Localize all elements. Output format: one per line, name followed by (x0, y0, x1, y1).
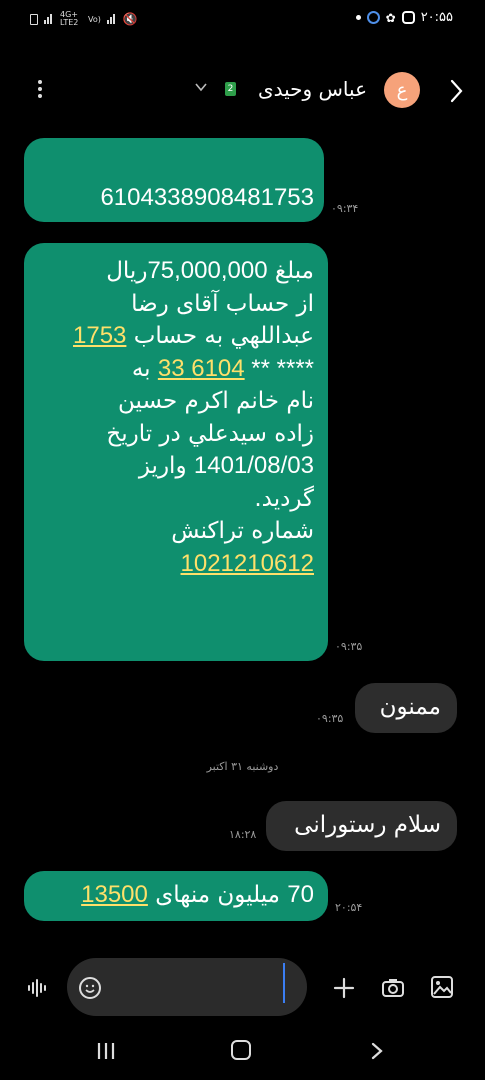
status-bar: 4G+ LTE2 Vo) 🔇 ✿ ۲۰:۵۵ (0, 0, 485, 40)
message-text: 70 میلیون منهای 13500 (24, 871, 328, 912)
message-line: 70 میلیون منهای 13500 (24, 879, 314, 912)
message-line: عبداللهي به حساب 1753 (24, 320, 314, 353)
message-input[interactable] (67, 958, 307, 1016)
instagram-icon (401, 11, 415, 24)
message-link[interactable]: 1021210612 (181, 550, 314, 577)
message-segment: واريز (138, 453, 194, 479)
notification-dot-icon (355, 15, 361, 20)
message-line: از حساب آقای رضا (24, 288, 314, 321)
sim-badge: 2 (225, 82, 236, 96)
status-icons-left: 4G+ LTE2 Vo) 🔇 (30, 11, 138, 27)
message-bubble-1[interactable]: 6104338908481753 (24, 138, 324, 222)
camera-icon[interactable] (381, 978, 405, 998)
message-bubble-4[interactable]: سلام رستورانی (266, 801, 457, 851)
date-separator: دوشنبه ۳۱ اکتبر (206, 760, 279, 773)
message-segment: 70 (287, 881, 314, 908)
conversation-header: ع عباس وحیدی 2 (0, 62, 485, 120)
message-bubble-3[interactable]: ممنون (355, 683, 457, 733)
message-time: ۱۸:۲۸ (229, 828, 257, 841)
message-segment: 1401/08/03 (193, 452, 314, 479)
emoji-icon[interactable] (79, 977, 101, 999)
text-caret (283, 963, 285, 1003)
gallery-icon[interactable] (430, 975, 454, 999)
message-segment: ريال (106, 258, 148, 284)
message-segment: شماره تراكنش (171, 518, 314, 544)
network-type: 4G+ LTE2 (60, 10, 79, 27)
message-segment: 6104338908481753 (100, 184, 314, 211)
contact-name[interactable]: عباس وحیدی (258, 77, 367, 101)
message-segment: گرديد. (254, 485, 314, 512)
message-segment: نام خانم اكرم حسين (118, 388, 314, 414)
message-segment: زاده سيدعلي در تاريخ (106, 420, 314, 447)
message-line: **** ** 6104 33 به (24, 353, 314, 386)
message-line: مبلغ 75,000,000ريال (24, 255, 314, 288)
chevron-down-icon[interactable] (194, 80, 208, 94)
message-bubble-5[interactable]: 70 میلیون منهای 13500 (24, 871, 328, 921)
message-segment: **** ** (244, 354, 314, 382)
message-time: ۲۰:۵۴ (335, 901, 363, 914)
signal-icon-2 (106, 14, 117, 24)
composer-bar (0, 958, 485, 1020)
message-text: 6104338908481753 (24, 138, 324, 215)
message-line: گرديد. (24, 483, 314, 516)
message-segment: میلیون منهای (147, 882, 288, 908)
sim-icon (30, 13, 38, 25)
message-line: شماره تراكنش (24, 515, 314, 548)
navigation-bar (0, 1020, 485, 1080)
clock: ۲۰:۵۵ (420, 10, 453, 25)
plus-icon[interactable] (332, 976, 356, 1000)
message-line: 6104338908481753 (24, 182, 314, 215)
message-segment: عبداللهي به حساب (126, 323, 314, 349)
vpn-icon: ✿ (385, 10, 396, 25)
nav-back-icon[interactable] (370, 1042, 384, 1060)
message-line: 1401/08/03 واريز (24, 450, 314, 483)
message-line: 1021210612 (24, 548, 314, 581)
message-text: سلام رستورانی (294, 812, 441, 838)
message-link[interactable]: 13500 (81, 881, 148, 908)
signal-icon (44, 14, 54, 24)
message-segment: مبلغ (267, 258, 314, 284)
message-segment: به (131, 355, 158, 382)
message-time: ۰۹:۳۴ (331, 202, 359, 215)
mute-icon: 🔇 (122, 12, 138, 26)
message-segment: از حساب آقای رضا (131, 290, 314, 317)
recent-apps-icon[interactable] (96, 1042, 116, 1060)
message-line: زاده سيدعلي در تاريخ (24, 418, 314, 451)
message-time: ۰۹:۳۵ (316, 712, 344, 725)
messenger-icon (366, 11, 380, 24)
message-text: ممنون (379, 694, 441, 720)
message-bubble-2[interactable]: مبلغ 75,000,000ريال از حساب آقای رضا عبدال… (24, 243, 328, 661)
message-text: مبلغ 75,000,000ريال از حساب آقای رضا عبدال… (24, 243, 328, 580)
message-segment: 75,000,000 (147, 257, 268, 284)
more-options-icon[interactable] (32, 78, 48, 104)
message-link[interactable]: 1753 (73, 322, 126, 349)
message-time: ۰۹:۳۵ (335, 640, 363, 653)
voice-record-icon[interactable] (26, 976, 50, 1000)
home-icon[interactable] (231, 1040, 251, 1060)
avatar[interactable]: ع (384, 72, 420, 108)
status-icons-right: ✿ ۲۰:۵۵ (355, 10, 453, 25)
volte-label: Vo) (88, 14, 101, 24)
back-arrow-icon[interactable] (445, 76, 467, 106)
message-link[interactable]: 6104 33 (158, 355, 245, 382)
message-line: نام خانم اكرم حسين (24, 385, 314, 418)
